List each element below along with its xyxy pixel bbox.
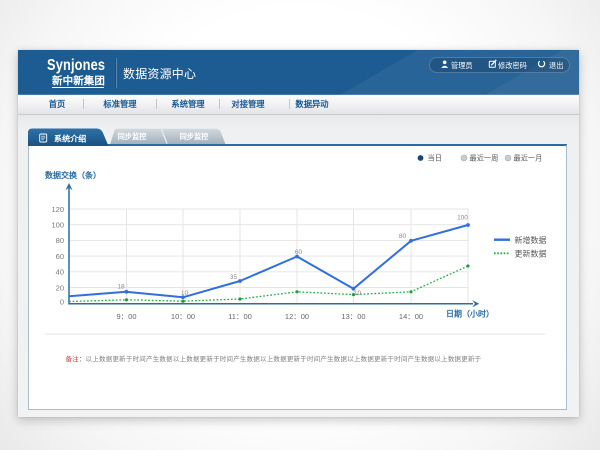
svg-text:同步监控: 同步监控 [118, 132, 148, 141]
svg-text:11：00: 11：00 [228, 312, 252, 321]
svg-text:9：00: 9：00 [116, 312, 136, 321]
svg-text:14：00: 14：00 [399, 312, 423, 321]
svg-text:35: 35 [230, 274, 238, 281]
svg-text:10：00: 10：00 [171, 312, 195, 321]
svg-text:40: 40 [56, 268, 64, 277]
svg-text:80: 80 [56, 236, 64, 245]
svg-text:100: 100 [457, 215, 468, 222]
svg-text:13：00: 13：00 [341, 312, 365, 321]
svg-text:120: 120 [51, 205, 64, 214]
svg-text:数据交换（条）: 数据交换（条） [45, 170, 101, 180]
svg-text:当日: 当日 [428, 154, 442, 163]
svg-text:同步监控: 同步监控 [180, 132, 210, 141]
svg-text:20: 20 [56, 283, 64, 292]
svg-text:10: 10 [354, 290, 362, 297]
svg-text:新增数据: 新增数据 [515, 235, 547, 245]
svg-text:备注：以上数据更新于时间产生数据以上数据更新于时间产生数据以: 备注：以上数据更新于时间产生数据以上数据更新于时间产生数据以上数据更新于时间产生… [66, 354, 482, 363]
svg-text:10: 10 [181, 290, 189, 297]
svg-text:60: 60 [295, 249, 303, 256]
svg-text:0: 0 [60, 298, 64, 307]
svg-text:60: 60 [56, 252, 64, 261]
svg-text:日期（小时）: 日期（小时） [446, 309, 494, 319]
svg-text:最近一周: 最近一周 [470, 154, 499, 163]
svg-text:最近一月: 最近一月 [514, 154, 543, 163]
svg-text:系统介绍: 系统介绍 [54, 134, 86, 144]
svg-text:80: 80 [399, 233, 407, 240]
svg-text:更新数据: 更新数据 [515, 248, 547, 258]
svg-text:12：00: 12：00 [285, 312, 309, 321]
svg-text:100: 100 [51, 221, 64, 230]
svg-text:18: 18 [117, 284, 125, 291]
